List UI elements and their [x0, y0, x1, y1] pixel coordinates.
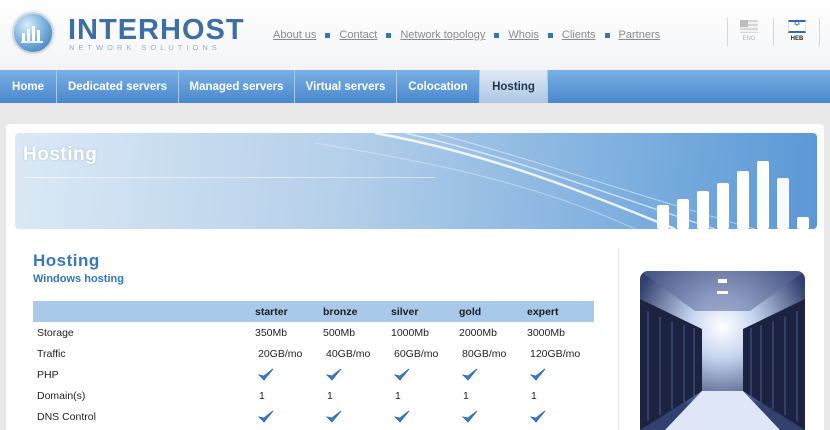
checkmark-icon [326, 368, 342, 381]
us-flag-icon [740, 20, 758, 33]
table-cell [527, 406, 594, 427]
language-code: HEB [790, 36, 804, 42]
column-header-gold: gold [459, 301, 527, 322]
table-cell [391, 364, 459, 385]
checkmark-icon [530, 410, 546, 423]
site-header: INTERHOST NETWORK SOLUTIONS About us Con… [0, 0, 830, 70]
table-row: Storage 350Mb 500Mb 1000Mb 2000Mb 3000Mb [33, 322, 594, 343]
table-cell: 1000Mb [391, 326, 429, 339]
bullet-square-icon [325, 32, 331, 38]
logo-globe-icon[interactable] [12, 12, 54, 54]
page-title: Hosting [33, 251, 100, 270]
tab-virtual-servers[interactable]: Virtual servers [295, 70, 397, 103]
table-cell: 120GB/mo [530, 347, 581, 360]
table-cell: 1 [463, 389, 469, 402]
bullet-square-icon [386, 32, 392, 38]
topnav-whois-link[interactable]: Whois [508, 29, 539, 41]
table-cell [255, 364, 323, 385]
checkmark-icon [258, 410, 274, 423]
checkmark-icon [258, 368, 274, 381]
top-navigation: About us Contact Network topology Whois … [273, 28, 660, 42]
column-header-bronze: bronze [323, 301, 391, 322]
tab-home[interactable]: Home [0, 70, 57, 103]
topnav-network-topology-link[interactable]: Network topology [400, 29, 485, 41]
divider [727, 18, 728, 46]
table-row: PHP [33, 364, 594, 385]
tab-managed-servers[interactable]: Managed servers [179, 70, 295, 103]
checkmark-icon [462, 410, 478, 423]
table-cell [255, 406, 323, 427]
bullet-square-icon [604, 32, 610, 38]
table-cell: 60GB/mo [394, 347, 439, 360]
checkmark-icon [462, 368, 478, 381]
table-cell [323, 364, 391, 385]
tab-hosting[interactable]: Hosting [480, 70, 548, 103]
bullet-square-icon [494, 32, 500, 38]
divider [819, 18, 820, 46]
banner-graphic [25, 133, 809, 229]
row-label: Storage [37, 326, 74, 339]
table-cell: 1 [395, 389, 401, 402]
server-corridor-image [640, 271, 805, 430]
table-header-row: starter bronze silver gold expert [33, 301, 594, 322]
checkmark-icon [394, 368, 410, 381]
topnav-partners-link[interactable]: Partners [619, 29, 661, 41]
tab-dedicated-servers[interactable]: Dedicated servers [57, 70, 179, 103]
table-cell [391, 406, 459, 427]
row-label: Domain(s) [37, 389, 86, 402]
language-code: ENG [742, 36, 756, 42]
page-banner: Hosting [15, 133, 817, 229]
column-header-starter: starter [255, 301, 323, 322]
table-cell: 350Mb [255, 326, 288, 339]
row-label: PHP [37, 368, 59, 381]
table-cell [527, 364, 594, 385]
table-cell: 1 [259, 389, 265, 402]
table-cell: 80GB/mo [462, 347, 507, 360]
checkmark-icon [394, 410, 410, 423]
sidebar-divider [618, 248, 619, 430]
table-cell: 20GB/mo [258, 347, 303, 360]
language-english[interactable]: ENG [733, 20, 765, 47]
column-header-expert: expert [527, 301, 594, 322]
table-row: Traffic 20GB/mo 40GB/mo 60GB/mo 80GB/mo … [33, 343, 594, 364]
divider [773, 18, 774, 46]
topnav-contact-link[interactable]: Contact [339, 29, 377, 41]
table-cell: 2000Mb [459, 326, 497, 339]
table-cell: 40GB/mo [326, 347, 371, 360]
table-cell [459, 364, 527, 385]
bullet-square-icon [547, 32, 553, 38]
table-cell [323, 406, 391, 427]
tab-colocation[interactable]: Colocation [397, 70, 480, 103]
hosting-plans-table: starter bronze silver gold expert Storag… [33, 301, 594, 427]
table-cell [459, 406, 527, 427]
checkmark-icon [530, 368, 546, 381]
table-row: Domain(s) 1 1 1 1 1 [33, 385, 594, 406]
column-header-silver: silver [391, 301, 459, 322]
topnav-about-link[interactable]: About us [273, 29, 316, 41]
datacenter-photo [640, 271, 805, 430]
table-cell: 500Mb [323, 326, 356, 339]
table-cell: 1 [531, 389, 537, 402]
section-subtitle: Windows hosting [33, 273, 124, 285]
table-cell: 3000Mb [527, 326, 565, 339]
table-header-blank [33, 301, 255, 322]
logo-tagline: NETWORK SOLUTIONS [69, 43, 221, 52]
topnav-clients-link[interactable]: Clients [562, 29, 596, 41]
table-cell: 1 [327, 389, 333, 402]
table-row: DNS Control [33, 406, 594, 427]
banner-title: Hosting [23, 144, 98, 165]
row-label: Traffic [37, 347, 66, 360]
language-hebrew[interactable]: HEB [781, 19, 813, 47]
row-label: DNS Control [37, 410, 96, 423]
israel-flag-icon [788, 19, 806, 33]
checkmark-icon [326, 410, 342, 423]
main-navigation: Home Dedicated servers Managed servers V… [0, 70, 830, 103]
